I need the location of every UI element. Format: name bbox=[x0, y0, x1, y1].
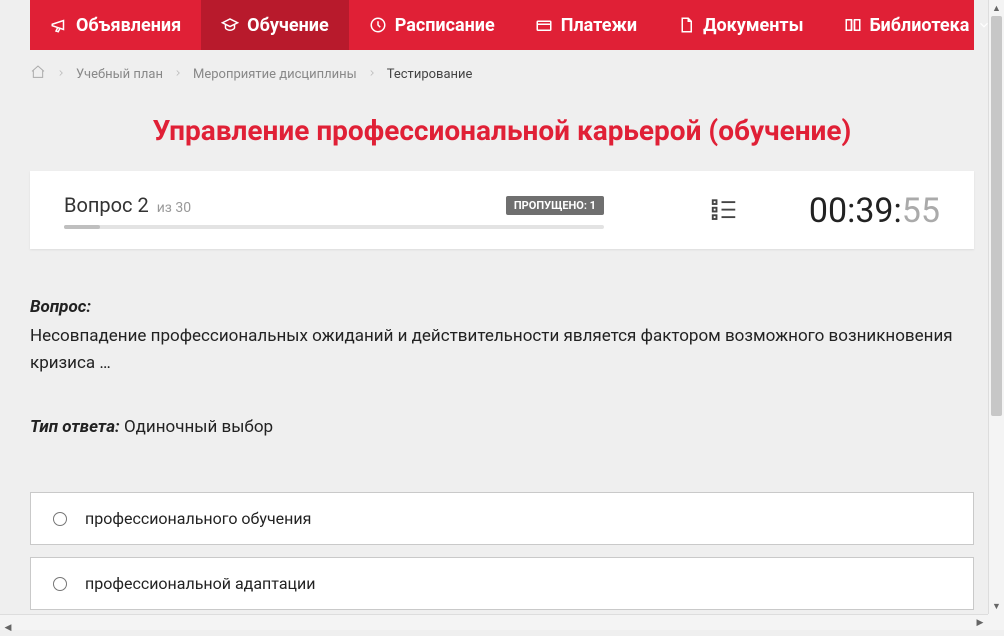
scroll-left-arrow[interactable]: ◀ bbox=[0, 620, 16, 636]
vertical-scrollbar[interactable]: ▲ ▼ bbox=[988, 0, 1004, 614]
nav-label: Расписание bbox=[395, 15, 495, 36]
breadcrumb-study-plan[interactable]: Учебный план bbox=[76, 67, 163, 82]
clock-icon bbox=[369, 16, 387, 34]
answer-option[interactable]: профессионального обучения bbox=[30, 492, 974, 545]
question-number: Вопрос 2 bbox=[64, 193, 149, 217]
scroll-up-arrow[interactable]: ▲ bbox=[989, 0, 1004, 16]
nav-label: Платежи bbox=[561, 15, 637, 36]
question-block: Вопрос: Несовпадение профессиональных ож… bbox=[30, 297, 974, 377]
document-icon bbox=[677, 16, 695, 34]
timer-seconds: 55 bbox=[902, 191, 940, 231]
skipped-badge: ПРОПУЩЕНО: 1 bbox=[506, 196, 604, 215]
question-total: из 30 bbox=[157, 200, 191, 216]
answer-type-label: Тип ответа: bbox=[30, 417, 120, 437]
nav-label: Библиотека bbox=[870, 15, 970, 36]
answer-text: профессионального обучения bbox=[85, 509, 311, 528]
nav-payments[interactable]: Платежи bbox=[515, 0, 657, 50]
answers-list: профессионального обучения профессиональ… bbox=[30, 492, 974, 614]
question-text: Несовпадение профессиональных ожиданий и… bbox=[30, 323, 974, 377]
question-list-button[interactable] bbox=[709, 194, 739, 228]
list-icon bbox=[709, 194, 739, 224]
answer-type-block: Тип ответа: Одиночный выбор bbox=[30, 417, 974, 437]
chevron-right-icon bbox=[367, 67, 377, 82]
timer: 00:39:55 bbox=[809, 191, 940, 231]
nav-label: Объявления bbox=[76, 15, 181, 36]
breadcrumb: Учебный план Мероприятие дисциплины Тест… bbox=[30, 64, 974, 84]
timer-main: 00:39: bbox=[809, 191, 902, 231]
scroll-right-arrow[interactable]: ▶ bbox=[972, 615, 988, 631]
academic-cap-icon bbox=[221, 16, 239, 34]
chevron-right-icon bbox=[56, 67, 66, 82]
payment-icon bbox=[535, 16, 553, 34]
status-panel: Вопрос 2 из 30 ПРОПУЩЕНО: 1 00:39:55 bbox=[30, 171, 974, 249]
progress-bar bbox=[64, 225, 604, 229]
top-nav: Объявления Обучение Расписание Платежи Д… bbox=[30, 0, 974, 50]
page-title: Управление профессиональной карьерой (об… bbox=[30, 114, 974, 147]
answer-type-value: Одиночный выбор bbox=[124, 417, 273, 437]
progress-fill bbox=[64, 225, 100, 229]
nav-schedule[interactable]: Расписание bbox=[349, 0, 515, 50]
breadcrumb-current: Тестирование bbox=[387, 67, 473, 82]
scroll-down-arrow[interactable]: ▼ bbox=[989, 598, 1004, 614]
nav-documents[interactable]: Документы bbox=[657, 0, 823, 50]
answer-text: профессиональной адаптации bbox=[85, 574, 316, 593]
scrollbar-corner bbox=[988, 614, 1004, 630]
answer-option[interactable]: профессиональной адаптации bbox=[30, 557, 974, 610]
nav-label: Обучение bbox=[247, 15, 329, 36]
library-icon bbox=[844, 16, 862, 34]
scroll-thumb[interactable] bbox=[991, 16, 1002, 416]
nav-library[interactable]: Библиотека bbox=[824, 0, 1004, 50]
nav-education[interactable]: Обучение bbox=[201, 0, 349, 50]
breadcrumb-discipline-event[interactable]: Мероприятие дисциплины bbox=[193, 67, 357, 82]
question-label: Вопрос: bbox=[30, 297, 91, 317]
answer-radio[interactable] bbox=[53, 512, 67, 526]
answer-radio[interactable] bbox=[53, 577, 67, 591]
nav-announcements[interactable]: Объявления bbox=[30, 0, 201, 50]
home-icon[interactable] bbox=[30, 64, 46, 84]
nav-label: Документы bbox=[703, 15, 803, 36]
horizontal-scrollbar[interactable]: ◀ ▶ bbox=[0, 614, 988, 630]
chevron-right-icon bbox=[173, 67, 183, 82]
megaphone-icon bbox=[50, 16, 68, 34]
